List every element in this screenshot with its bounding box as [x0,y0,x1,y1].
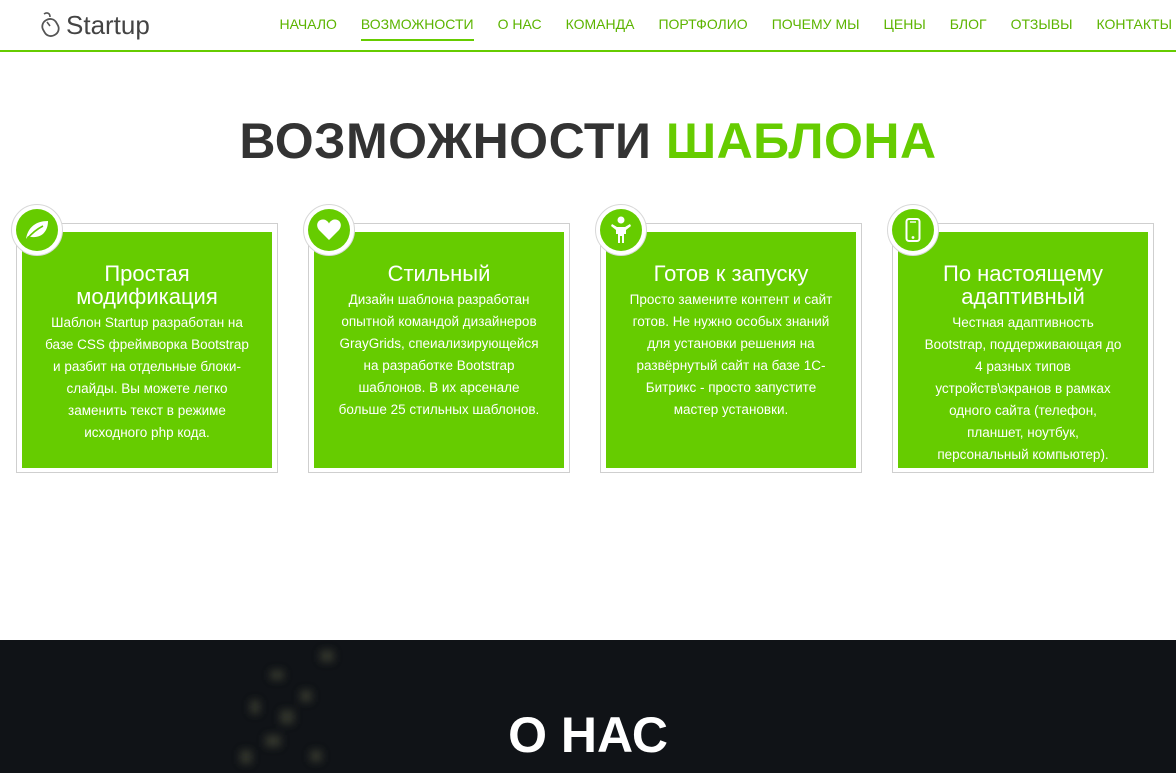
nav-item-features[interactable]: ВОЗМОЖНОСТИ [360,15,474,41]
feature-card: Простая модификация Шаблон Startup разра… [11,204,278,473]
features-title: ВОЗМОЖНОСТИ ШАБЛОНА [0,112,1176,170]
feature-card-body: Готов к запуску Просто замените контент … [606,232,856,468]
nav-item-about[interactable]: О НАС [498,15,542,41]
feature-card-title: Простая модификация [76,261,218,309]
heart-icon [308,209,350,251]
nav-item-team[interactable]: КОМАНДА [566,15,635,41]
child-icon [600,209,642,251]
about-section: О НАС [0,640,1176,773]
feature-card-text: Просто замените контент и сайт готов. Не… [629,292,833,417]
features-title-highlight: ШАБЛОНА [665,113,937,169]
logo[interactable]: Startup [38,8,150,42]
feature-card-body: По настоящему адаптивный Честная адаптив… [898,232,1148,468]
nav-item-blog[interactable]: БЛОГ [950,15,987,41]
nav-item-prices[interactable]: ЦЕНЫ [884,15,926,41]
feature-card: По настоящему адаптивный Честная адаптив… [887,204,1154,473]
feature-icon-badge [595,204,647,256]
logo-text: Startup [66,9,150,40]
feature-card: Готов к запуску Просто замените контент … [595,204,862,473]
navbar: Startup НАЧАЛО ВОЗМОЖНОСТИ О НАС КОМАНДА… [0,0,1176,52]
mobile-icon [892,209,934,251]
feature-card-text: Честная адаптивность Bootstrap, поддержи… [924,315,1122,462]
main-nav: НАЧАЛО ВОЗМОЖНОСТИ О НАС КОМАНДА ПОРТФОЛ… [256,15,1172,41]
feature-card-text: Дизайн шаблона разработан опытной команд… [338,292,540,417]
feature-card-title: Готов к запуску [653,261,809,286]
features-title-main: ВОЗМОЖНОСТИ [239,113,652,169]
leaf-icon [16,209,58,251]
nav-item-home[interactable]: НАЧАЛО [280,15,337,41]
about-title: О НАС [508,707,668,763]
feature-card-body: Простая модификация Шаблон Startup разра… [22,232,272,468]
mouse-icon [41,12,60,37]
nav-item-contacts[interactable]: КОНТАКТЫ [1096,15,1172,41]
feature-icon-badge [11,204,63,256]
nav-item-portfolio[interactable]: ПОРТФОЛИО [658,15,747,41]
nav-item-why-us[interactable]: ПОЧЕМУ МЫ [772,15,860,41]
nav-item-reviews[interactable]: ОТЗЫВЫ [1011,15,1073,41]
feature-card-title: Стильный [387,261,491,286]
feature-card-title: По настоящему адаптивный [943,261,1103,309]
feature-card-text: Шаблон Startup разработан на базе CSS фр… [45,315,249,440]
feature-card: Стильный Дизайн шаблона разработан опытн… [303,204,570,473]
feature-card-body: Стильный Дизайн шаблона разработан опытн… [314,232,564,468]
feature-icon-badge [303,204,355,256]
feature-icon-badge [887,204,939,256]
